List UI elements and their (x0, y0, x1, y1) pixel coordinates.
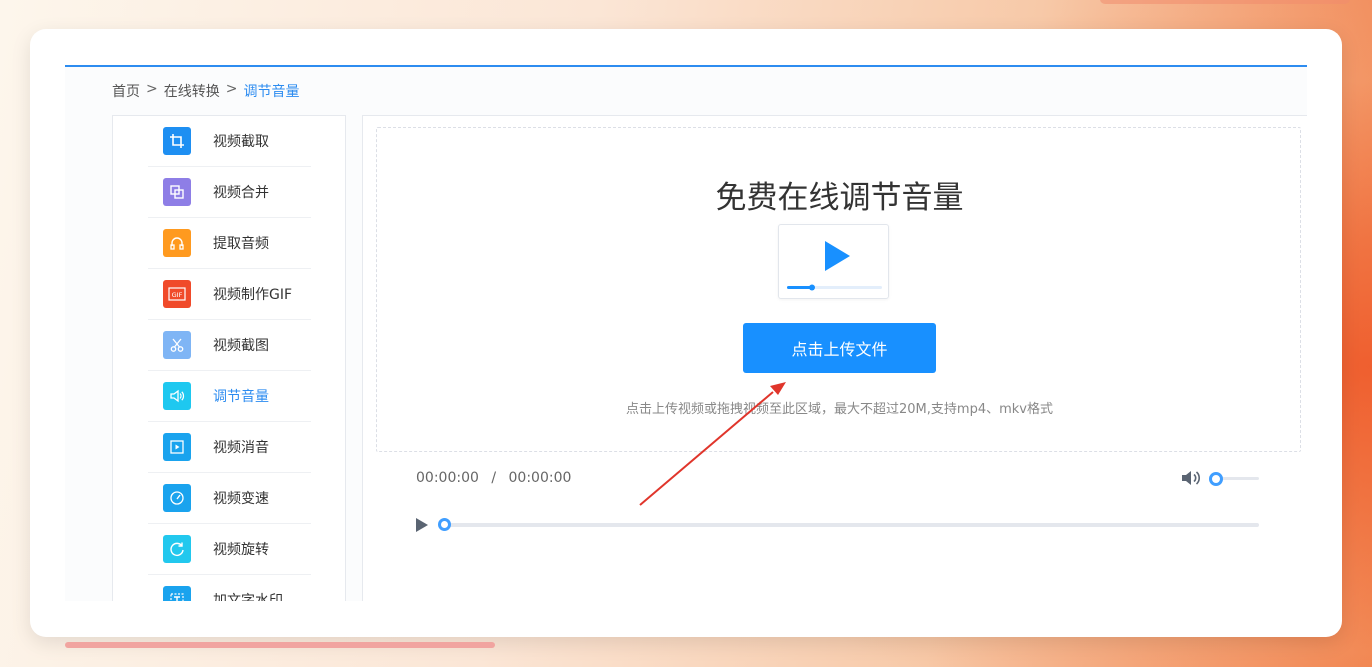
speaker-icon[interactable] (1181, 469, 1201, 491)
sidebar-item-label: 视频截图 (213, 338, 269, 354)
speedometer-icon (163, 484, 191, 512)
sidebar-item-video-speed[interactable]: 视频变速 (148, 473, 311, 524)
main-panel: 免费在线调节音量 点击上传文件 点击上传视频或拖拽视频至此区域，最大不超过20M… (362, 115, 1307, 601)
text-watermark-icon (163, 586, 191, 601)
sidebar-item-label: 视频合并 (213, 185, 269, 201)
breadcrumb: 首页 > 在线转换 > 调节音量 (112, 81, 299, 101)
sidebar-item-video-trim[interactable]: 视频截取 (148, 116, 311, 167)
sidebar-item-video-to-gif[interactable]: GIF 视频制作GIF (148, 269, 311, 320)
sidebar-item-video-rotate[interactable]: 视频旋转 (148, 524, 311, 575)
sidebar-item-label: 视频消音 (213, 440, 269, 456)
upload-hint: 点击上传视频或拖拽视频至此区域，最大不超过20M,支持mp4、mkv格式 (626, 402, 1053, 417)
merge-icon (163, 178, 191, 206)
breadcrumb-current: 调节音量 (243, 84, 300, 100)
current-time: 00:00:00 (416, 470, 479, 486)
seek-bar[interactable] (445, 523, 1259, 527)
gif-icon: GIF (163, 280, 191, 308)
play-box-icon (163, 433, 191, 461)
time-readout: 00:00:00 / 00:00:00 (416, 470, 571, 486)
video-placeholder-icon (778, 224, 889, 299)
play-icon[interactable] (415, 517, 429, 537)
crop-icon (163, 127, 191, 155)
sidebar-item-label: 提取音频 (213, 236, 269, 252)
page-title: 免费在线调节音量 (715, 180, 964, 216)
upload-drop-zone[interactable]: 免费在线调节音量 点击上传文件 点击上传视频或拖拽视频至此区域，最大不超过20M… (376, 127, 1301, 452)
rotate-icon (163, 535, 191, 563)
sidebar-item-label: 视频变速 (213, 491, 269, 507)
breadcrumb-home[interactable]: 首页 (112, 81, 140, 101)
tool-sidebar: 视频截取 视频合并 提取音频 GIF 视频制作GIF 视频截图 调节音量 视频消… (112, 115, 346, 601)
seek-bar-handle[interactable] (438, 518, 451, 531)
breadcrumb-category[interactable]: 在线转换 (164, 81, 220, 101)
svg-text:GIF: GIF (172, 291, 183, 299)
volume-icon (163, 382, 191, 410)
breadcrumb-separator: > (225, 81, 238, 97)
sidebar-item-extract-audio[interactable]: 提取音频 (148, 218, 311, 269)
upload-file-button[interactable]: 点击上传文件 (743, 323, 936, 373)
duration: 00:00:00 (508, 470, 572, 486)
browser-window: 首页 > 在线转换 > 调节音量 视频截取 视频合并 提取音频 GIF 视频制作… (30, 29, 1342, 637)
sidebar-item-adjust-volume[interactable]: 调节音量 (148, 371, 311, 422)
sidebar-item-label: 视频截取 (213, 134, 269, 150)
sidebar-item-label: 加文字水印 (213, 593, 283, 601)
sidebar-item-mute-video[interactable]: 视频消音 (148, 422, 311, 473)
page-content: 首页 > 在线转换 > 调节音量 视频截取 视频合并 提取音频 GIF 视频制作… (65, 65, 1307, 601)
sidebar-item-label: 视频旋转 (213, 542, 269, 558)
sidebar-item-video-screenshot[interactable]: 视频截图 (148, 320, 311, 371)
time-separator: / (491, 470, 497, 486)
decorative-bar (65, 642, 495, 648)
sidebar-item-label: 视频制作GIF (213, 287, 293, 303)
breadcrumb-separator: > (146, 81, 158, 97)
headphones-icon (163, 229, 191, 257)
volume-slider-handle[interactable] (1209, 472, 1223, 486)
sidebar-item-text-watermark[interactable]: 加文字水印 (148, 575, 311, 601)
sidebar-item-video-merge[interactable]: 视频合并 (148, 167, 311, 218)
decorative-bar (1100, 0, 1350, 4)
scissors-icon (163, 331, 191, 359)
sidebar-item-label: 调节音量 (213, 389, 269, 405)
